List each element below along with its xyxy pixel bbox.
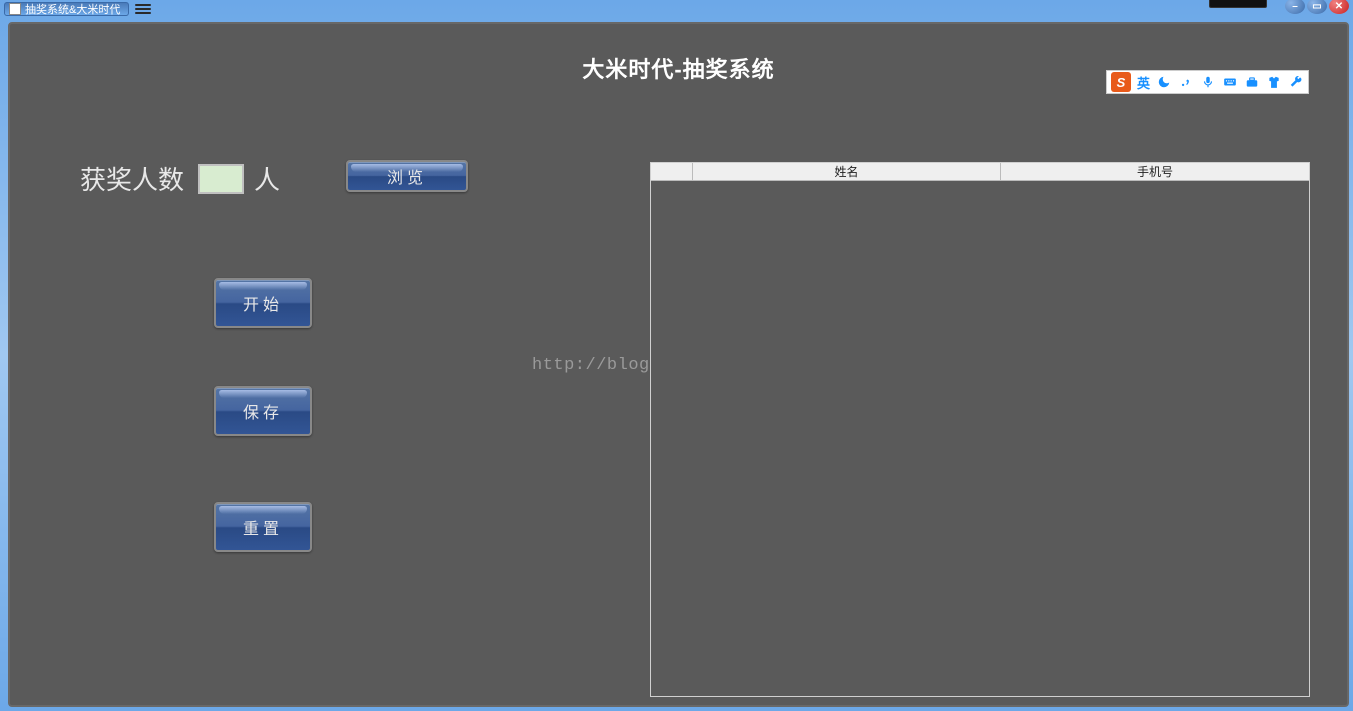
mic-icon[interactable] (1200, 74, 1216, 90)
close-button[interactable]: ✕ (1329, 0, 1349, 14)
grid-col-phone: 手机号 (1001, 163, 1309, 180)
sogou-logo-icon[interactable]: S (1111, 72, 1131, 92)
toolbox-icon[interactable] (1244, 74, 1260, 90)
reset-button[interactable]: 重置 (214, 502, 312, 552)
grid-col-name: 姓名 (693, 163, 1001, 180)
app-icon (9, 3, 21, 15)
app-title-tab: 抽奖系统&大米时代 (4, 2, 129, 16)
window-controls: – ▭ ✕ (1285, 0, 1349, 14)
reset-button-label: 重置 (243, 515, 283, 539)
prize-count-label: 获奖人数 (80, 160, 184, 197)
minimize-button[interactable]: – (1285, 0, 1305, 14)
grid-col-rowhead (651, 163, 693, 180)
results-grid[interactable]: 姓名 手机号 (650, 162, 1310, 697)
start-button[interactable]: 开始 (214, 278, 312, 328)
battery-indicator (1209, 0, 1267, 8)
browse-button-wrap: 浏览 (346, 160, 468, 192)
start-button-label: 开始 (243, 291, 283, 315)
wrench-icon[interactable] (1288, 74, 1304, 90)
menu-icon[interactable] (135, 4, 151, 14)
maximize-button[interactable]: ▭ (1307, 0, 1327, 14)
keyboard-icon[interactable] (1222, 74, 1238, 90)
ime-lang-toggle[interactable]: 英 (1137, 73, 1150, 92)
save-button[interactable]: 保存 (214, 386, 312, 436)
moon-icon[interactable] (1156, 74, 1172, 90)
skin-icon[interactable] (1266, 74, 1282, 90)
ime-toolbar[interactable]: S 英 (1106, 70, 1309, 94)
prize-count-unit: 人 (254, 160, 280, 197)
app-title-text: 抽奖系统&大米时代 (25, 1, 120, 17)
grid-header: 姓名 手机号 (651, 163, 1309, 181)
browse-button[interactable]: 浏览 (346, 160, 468, 192)
prize-count-input[interactable] (198, 164, 244, 194)
punctuation-icon[interactable] (1178, 74, 1194, 90)
save-button-label: 保存 (243, 399, 283, 423)
save-button-wrap: 保存 (214, 386, 312, 436)
reset-button-wrap: 重置 (214, 502, 312, 552)
browse-button-label: 浏览 (387, 164, 427, 188)
start-button-wrap: 开始 (214, 278, 312, 328)
grid-body (651, 181, 1309, 696)
main-frame: 大米时代-抽奖系统 S 英 获奖人数 人 (8, 22, 1349, 707)
window-titlebar: 抽奖系统&大米时代 – ▭ ✕ (0, 0, 1353, 18)
